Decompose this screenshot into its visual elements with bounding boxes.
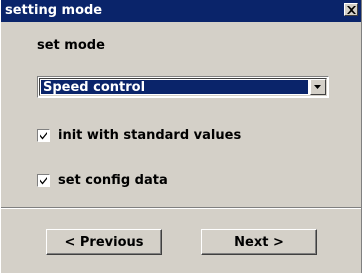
next-button[interactable]: Next > [201, 229, 317, 255]
checkmark-icon [40, 132, 47, 140]
close-button[interactable] [344, 3, 358, 16]
init-standard-label: init with standard values [58, 128, 242, 143]
close-x-icon [347, 6, 356, 14]
set-config-checkbox[interactable] [37, 174, 50, 187]
set-mode-label: set mode [37, 38, 105, 53]
mode-select-value: Speed control [41, 80, 308, 94]
mode-select[interactable]: Speed control [37, 76, 329, 98]
window-title: setting mode [5, 3, 103, 18]
set-config-label: set config data [58, 173, 168, 188]
init-standard-checkbox[interactable] [37, 129, 50, 142]
title-bar[interactable]: setting mode [1, 0, 361, 22]
divider [1, 207, 361, 209]
setting-mode-dialog: setting mode set mode Speed control init… [0, 0, 362, 273]
previous-button[interactable]: < Previous [46, 229, 162, 255]
checkmark-icon [40, 177, 47, 185]
mode-select-dropdown-button[interactable] [310, 79, 326, 95]
chevron-down-icon [314, 85, 321, 89]
